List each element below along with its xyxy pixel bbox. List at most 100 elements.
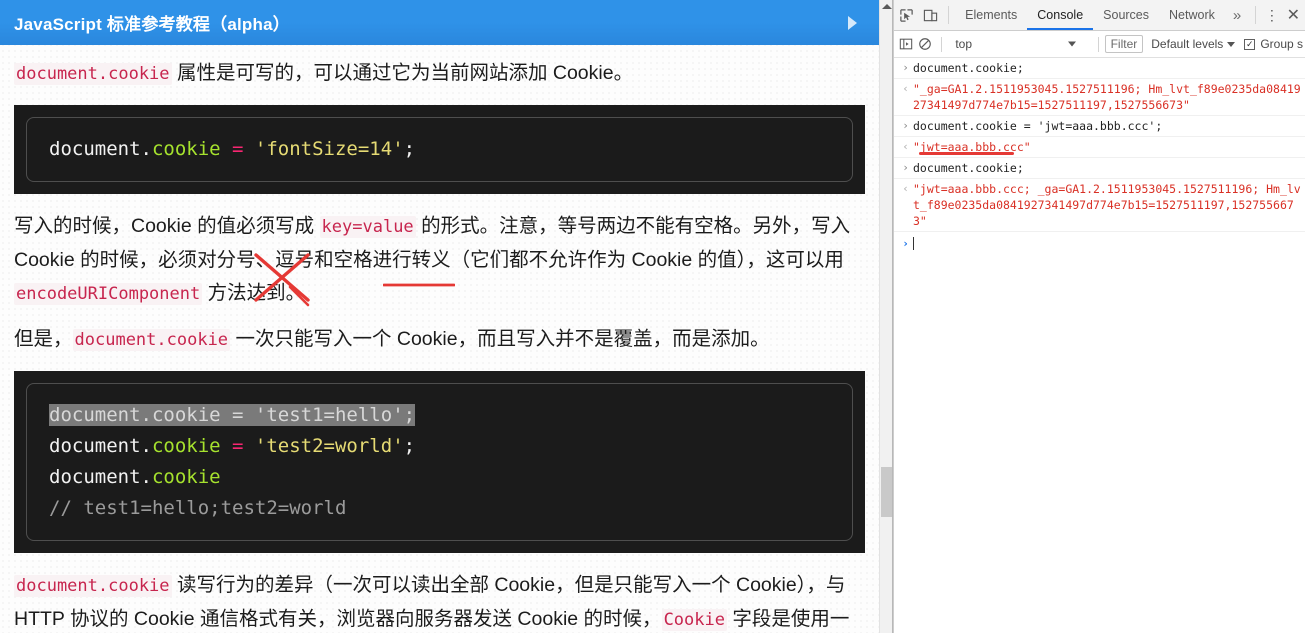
filter-input[interactable]: Filter <box>1104 35 1144 53</box>
code-token: ; <box>403 404 416 426</box>
devtools-pane: Elements Console Sources Network » ⋮ ✕ t… <box>893 0 1305 633</box>
code-line: document.cookie = 'test2=world'; <box>49 435 415 457</box>
console-entry-text: "jwt=aaa.bbb.ccc; _ga=GA1.2.1511953045.1… <box>913 182 1301 228</box>
code-block-2-content: document.cookie = 'test1=hello'; documen… <box>49 400 830 524</box>
code-block-2-wrapper: document.cookie = 'test1=hello'; documen… <box>14 371 865 553</box>
inline-code-document-cookie-2: document.cookie <box>72 329 231 351</box>
paragraph-4-seg2: 字段是使用一 <box>726 608 850 630</box>
tab-console[interactable]: Console <box>1027 0 1093 30</box>
code-line: document.cookie = 'test1=hello'; <box>49 404 416 426</box>
clear-console-icon[interactable] <box>915 37 934 51</box>
console-prompt-icon: › <box>902 161 909 174</box>
paragraph-3-seg1: 但是， <box>14 328 73 350</box>
code-token: 'test2=world' <box>254 435 404 457</box>
console-context-select[interactable]: top <box>947 37 1092 51</box>
inline-code-cookie-header: Cookie <box>661 609 727 631</box>
article-body: document.cookie 属性是可写的，可以通过它为当前网站添加 Cook… <box>0 57 879 633</box>
inline-code-key-value: key=value <box>319 216 416 238</box>
screen-root: JavaScript 标准参考教程（alpha） document.cookie… <box>0 0 1305 633</box>
group-similar-toggle[interactable]: ✓ Group s <box>1244 37 1303 51</box>
console-entry-text: document.cookie = 'jwt=aaa.bbb.ccc'; <box>913 119 1163 133</box>
group-similar-checkbox[interactable]: ✓ <box>1244 38 1256 50</box>
text-cursor <box>913 237 914 250</box>
code-token: // test1=hello;test2=world <box>49 497 347 519</box>
console-context-value: top <box>955 37 973 51</box>
scroll-up-arrow-icon[interactable] <box>881 4 892 9</box>
console-prompt-icon: › <box>902 237 909 250</box>
pane-divider[interactable] <box>892 0 893 633</box>
page-scrollbar[interactable] <box>879 0 893 633</box>
group-similar-label: Group s <box>1260 37 1303 51</box>
console-filter-bar: top Filter Default levels ✓ Group s <box>894 31 1305 58</box>
web-page-content: JavaScript 标准参考教程（alpha） document.cookie… <box>0 0 879 633</box>
device-toolbar-icon[interactable] <box>918 0 942 30</box>
code-token: 'fontSize=14' <box>254 138 404 160</box>
code-block-2[interactable]: document.cookie = 'test1=hello'; documen… <box>26 383 853 541</box>
console-log-area[interactable]: › document.cookie; ‹ "_ga=GA1.2.1511953045.… <box>894 58 1305 633</box>
console-entry-text: "_ga=GA1.2.1511953045.1527511196; Hm_lvt… <box>913 82 1301 112</box>
code-token: 'test1=hello' <box>254 404 404 426</box>
code-token: = <box>220 435 255 457</box>
code-line: // test1=hello;test2=world <box>49 497 346 519</box>
console-input-line[interactable]: › document.cookie; <box>894 58 1305 79</box>
code-token: ; <box>403 138 416 160</box>
paragraph-1-text: 属性是可写的，可以通过它为当前网站添加 Cookie。 <box>171 62 634 84</box>
inline-code-document-cookie: document.cookie <box>14 63 172 85</box>
code-token: cookie <box>151 466 221 488</box>
code-token: = <box>220 138 255 160</box>
tabbar-divider-2 <box>1255 6 1257 24</box>
code-token: document. <box>49 138 152 160</box>
paragraph-4: document.cookie 读写行为的差异（一次可以读出全部 Cookie，… <box>14 569 865 633</box>
play-triangle-icon[interactable] <box>848 15 857 30</box>
code-token: cookie <box>151 138 221 160</box>
console-input-field[interactable] <box>913 236 1301 252</box>
filterbar-divider <box>940 36 942 52</box>
log-levels-label: Default levels <box>1151 37 1224 51</box>
inline-code-encodeuricomponent: encodeURIComponent <box>14 283 203 305</box>
console-prompt-icon: › <box>902 119 909 132</box>
code-token: cookie <box>151 404 221 426</box>
code-line: document.cookie <box>49 466 221 488</box>
devtools-tabbar: Elements Console Sources Network » ⋮ ✕ <box>894 0 1305 31</box>
code-token: = <box>220 404 255 426</box>
code-block-1-content: document.cookie = 'fontSize=14'; <box>49 134 830 165</box>
more-options-icon[interactable]: ⋮ <box>1262 0 1282 30</box>
code-token: document. <box>49 466 152 488</box>
console-red-underline-annotation <box>919 152 1014 155</box>
tabbar-divider <box>948 6 950 24</box>
close-icon[interactable]: ✕ <box>1282 0 1305 30</box>
chevron-double-right-icon[interactable]: » <box>1225 0 1249 30</box>
filterbar-divider-2 <box>1097 36 1099 52</box>
console-input-line[interactable]: › document.cookie = 'jwt=aaa.bbb.ccc'; <box>894 116 1305 137</box>
console-result-icon: ‹ <box>902 182 909 195</box>
console-prompt-icon: › <box>902 61 909 74</box>
chevron-down-icon-2 <box>1227 41 1236 47</box>
console-entry-text: document.cookie; <box>913 161 1024 175</box>
code-line: document.cookie = 'fontSize=14'; <box>49 138 415 160</box>
paragraph-3: 但是， document.cookie 一次只能写入一个 Cookie，而且写入并… <box>14 323 865 357</box>
code-block-1[interactable]: document.cookie = 'fontSize=14'; <box>26 117 853 182</box>
console-sidebar-icon[interactable] <box>896 37 915 51</box>
console-result-icon: ‹ <box>902 82 909 95</box>
code-token: document. <box>49 435 152 457</box>
code-block-1-wrapper: document.cookie = 'fontSize=14'; <box>14 105 865 194</box>
console-entry-text: document.cookie; <box>913 61 1024 75</box>
console-output-line[interactable]: ‹ "jwt=aaa.bbb.ccc; _ga=GA1.2.1511953045.… <box>894 179 1305 232</box>
paragraph-2: 写入的时候，Cookie 的值必须写成 key=value 的形式。注意，等号两… <box>14 210 865 311</box>
tab-elements[interactable]: Elements <box>955 0 1027 30</box>
paragraph-3-seg2: 一次只能写入一个 Cookie，而且写入并不是覆盖，而是添加。 <box>230 328 770 350</box>
paragraph-2-seg1: 写入的时候，Cookie 的值必须写成 <box>14 215 320 237</box>
log-levels-select[interactable]: Default levels <box>1151 37 1236 51</box>
site-title: JavaScript 标准参考教程（alpha） <box>14 15 290 34</box>
console-result-icon: ‹ <box>902 140 909 153</box>
tab-sources[interactable]: Sources <box>1093 0 1159 30</box>
console-output-line[interactable]: ‹ "_ga=GA1.2.1511953045.1527511196; Hm_lv… <box>894 79 1305 116</box>
inspect-element-icon[interactable] <box>894 0 918 30</box>
code-token: cookie <box>151 435 221 457</box>
tab-network[interactable]: Network <box>1159 0 1225 30</box>
paragraph-2-seg3: 方法达到。 <box>202 282 306 304</box>
paragraph-1: document.cookie 属性是可写的，可以通过它为当前网站添加 Cook… <box>14 57 865 91</box>
console-input-line[interactable]: › document.cookie; <box>894 158 1305 179</box>
console-prompt-row[interactable]: › <box>894 232 1305 256</box>
inline-code-document-cookie-3: document.cookie <box>14 575 172 597</box>
